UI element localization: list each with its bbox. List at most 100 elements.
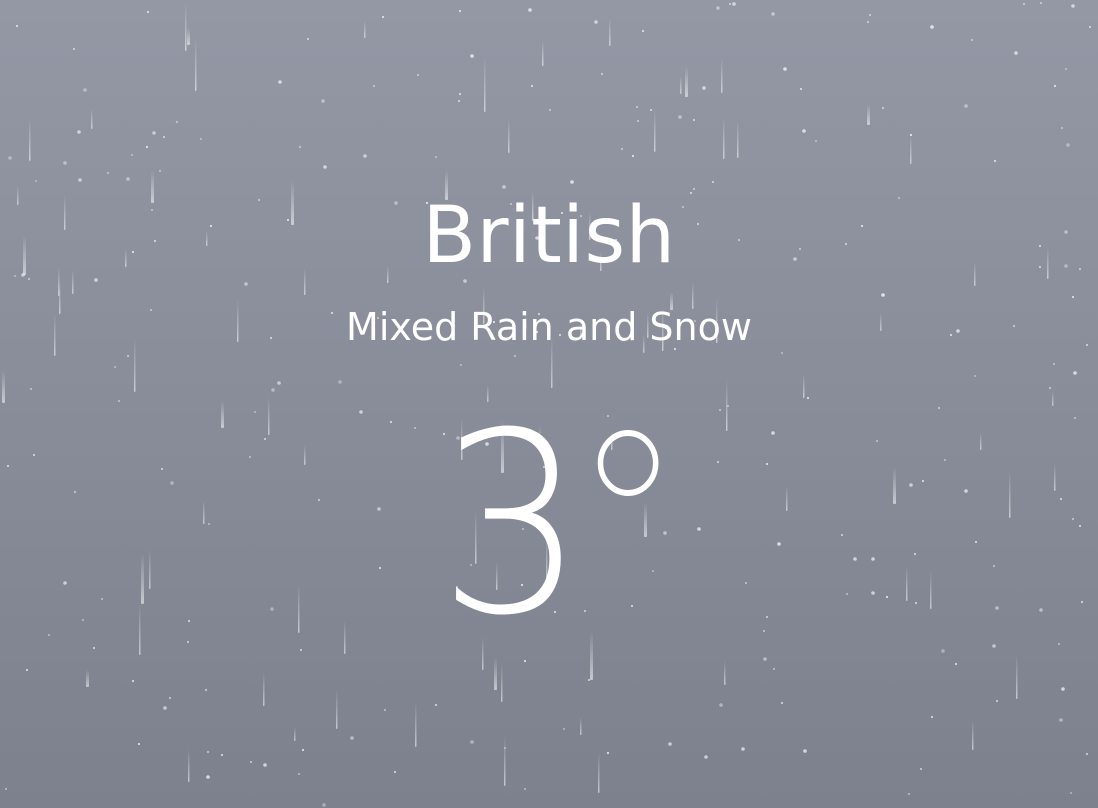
snow-flake (1085, 752, 1089, 756)
snow-flake (741, 747, 745, 751)
snow-flake (277, 381, 281, 385)
temperature-value: 3 (439, 379, 586, 670)
snow-flake (78, 178, 82, 182)
snow-flake (930, 715, 934, 719)
snow-flake (635, 105, 639, 109)
snow-flake (146, 10, 150, 14)
rain-streak (803, 374, 805, 398)
snow-flake (692, 118, 696, 122)
rain-streak (508, 119, 510, 153)
snow-flake (29, 387, 33, 391)
snow-flake (802, 129, 806, 133)
snow-flake (298, 145, 302, 149)
snow-flake (732, 2, 736, 6)
temperature-display: 3 (0, 400, 1098, 650)
snow-flake (704, 755, 708, 759)
snow-flake (175, 120, 179, 124)
snow-flake (249, 760, 253, 764)
snow-flake (993, 159, 997, 163)
snow-flake (702, 86, 706, 90)
rain-streak (364, 21, 366, 38)
snow-flake (137, 742, 141, 746)
snow-flake (678, 115, 682, 119)
snow-flake (372, 84, 376, 88)
snow-flake (562, 727, 566, 731)
snow-flake (1088, 25, 1092, 29)
weather-condition: Mixed Rain and Snow (346, 305, 752, 349)
rain-streak (680, 76, 682, 94)
snow-flake (113, 365, 117, 369)
rain-streak (654, 109, 656, 152)
snow-flake (1022, 2, 1026, 6)
snow-flake (106, 171, 110, 175)
rain-streak (723, 117, 725, 159)
snow-flake (1059, 718, 1063, 722)
snow-flake (363, 154, 367, 158)
snow-flake (716, 6, 720, 10)
rain-streak (188, 749, 190, 782)
snow-flake (271, 388, 275, 392)
rain-streak (1016, 654, 1018, 699)
snow-flake (459, 363, 463, 367)
snow-flake (1048, 386, 1052, 390)
snow-flake (131, 679, 135, 683)
snow-flake (1066, 143, 1070, 147)
snow-flake (530, 84, 534, 88)
snow-flake (1014, 51, 1018, 55)
rain-streak (185, 2, 187, 51)
snow-flake (631, 154, 635, 158)
snow-flake (772, 667, 776, 671)
snow-flake (528, 8, 532, 12)
snow-flake (163, 706, 167, 710)
snow-flake (1061, 687, 1065, 691)
snow-flake (168, 696, 172, 700)
snow-flake (606, 751, 610, 755)
rain-streak (195, 38, 197, 91)
snow-flake (323, 165, 327, 169)
location-name: British (422, 191, 676, 281)
snow-flake (199, 137, 203, 141)
snow-flake (668, 742, 672, 746)
rain-streak (685, 66, 688, 97)
snow-flake (126, 177, 130, 181)
rain-streak (598, 752, 600, 793)
rain-streak (910, 136, 912, 164)
snow-flake (77, 130, 81, 134)
rain-streak (609, 18, 611, 46)
snow-flake (620, 147, 624, 151)
snow-flake (162, 135, 166, 139)
degree-icon (598, 430, 659, 496)
snow-flake (263, 763, 267, 767)
rain-streak (415, 701, 417, 747)
rain-streak (29, 117, 31, 161)
snow-flake (306, 37, 310, 41)
snow-flake (1073, 371, 1077, 375)
snow-flake (995, 699, 999, 703)
rain-streak (2, 370, 5, 403)
snow-flake (15, 24, 19, 28)
rain-streak (86, 670, 89, 687)
snow-flake (434, 703, 438, 707)
snow-flake (964, 104, 968, 108)
snow-flake (594, 20, 598, 24)
snow-flake (1069, 791, 1073, 795)
snow-flake (803, 749, 807, 753)
snow-flake (570, 180, 574, 184)
snow-flake (780, 701, 784, 705)
snow-flake (711, 180, 715, 184)
snow-flake (301, 748, 305, 752)
snow-flake (126, 354, 130, 358)
snow-flake (393, 770, 397, 774)
rain-streak (484, 57, 486, 112)
snow-flake (350, 736, 354, 740)
snow-flake (416, 73, 420, 77)
snow-flake (83, 88, 87, 92)
snow-flake (383, 708, 387, 712)
snow-flake (799, 87, 803, 91)
rain-streak (187, 28, 190, 45)
snow-flake (523, 787, 527, 791)
snow-flake (158, 169, 162, 173)
snow-flake (719, 703, 723, 707)
rain-streak (972, 720, 974, 750)
snow-flake (649, 108, 653, 112)
